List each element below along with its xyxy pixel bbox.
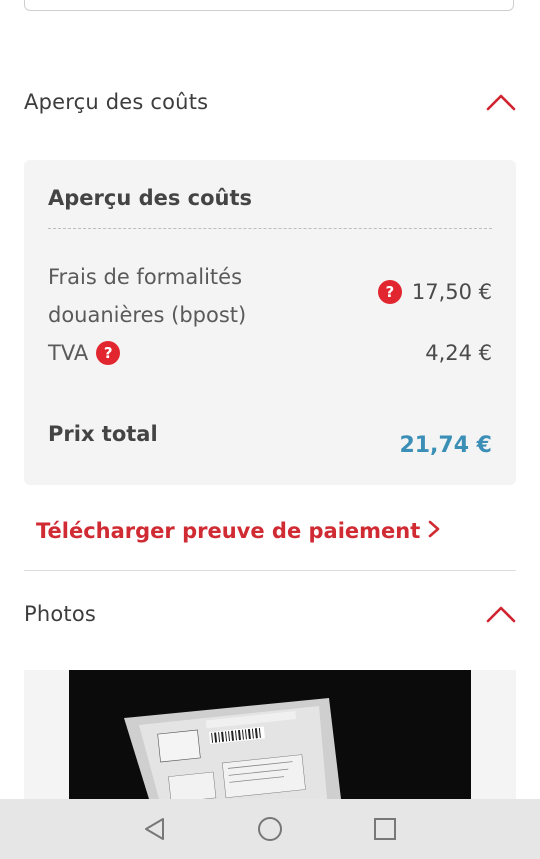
dashed-divider — [48, 228, 492, 229]
customs-fee-label: Frais de formalités douanières (bpost) — [48, 265, 247, 327]
vat-label: TVA — [48, 341, 89, 365]
chevron-right-icon — [428, 519, 440, 543]
system-navigation-bar — [0, 799, 540, 859]
photo-frame — [24, 670, 516, 799]
recents-square-icon[interactable] — [371, 815, 399, 843]
section-divider — [24, 570, 516, 571]
costs-card-title: Aperçu des coûts — [48, 186, 253, 210]
photos-section-header[interactable]: Photos — [24, 596, 516, 632]
costs-section-header[interactable]: Aperçu des coûts — [24, 84, 516, 120]
vat-help-icon[interactable]: ? — [96, 341, 121, 365]
chevron-up-icon[interactable] — [486, 92, 516, 112]
photos-section-title: Photos — [24, 602, 97, 626]
parcel-photo[interactable] — [69, 670, 471, 799]
vat-amount: 4,24 € — [425, 341, 492, 365]
customs-fee-amount-group: ? 17,50 € — [377, 280, 492, 304]
back-triangle-icon[interactable] — [141, 815, 169, 843]
download-link-label: Télécharger preuve de paiement — [36, 519, 421, 543]
costs-card: Aperçu des coûts Frais de formalités dou… — [24, 160, 516, 485]
total-label: Prix total — [48, 422, 158, 446]
home-circle-icon[interactable] — [256, 815, 284, 843]
vat-row: TVA ? 4,24 € — [48, 336, 492, 370]
customs-fee-amount: 17,50 € — [411, 280, 492, 304]
customs-fee-help-icon[interactable]: ? — [377, 280, 402, 304]
costs-section-title: Aperçu des coûts — [24, 90, 209, 114]
total-amount: 21,74 € — [399, 433, 492, 458]
previous-card-edge — [24, 0, 514, 11]
chevron-up-icon[interactable] — [486, 604, 516, 624]
download-payment-proof-link[interactable]: Télécharger preuve de paiement — [36, 519, 440, 543]
